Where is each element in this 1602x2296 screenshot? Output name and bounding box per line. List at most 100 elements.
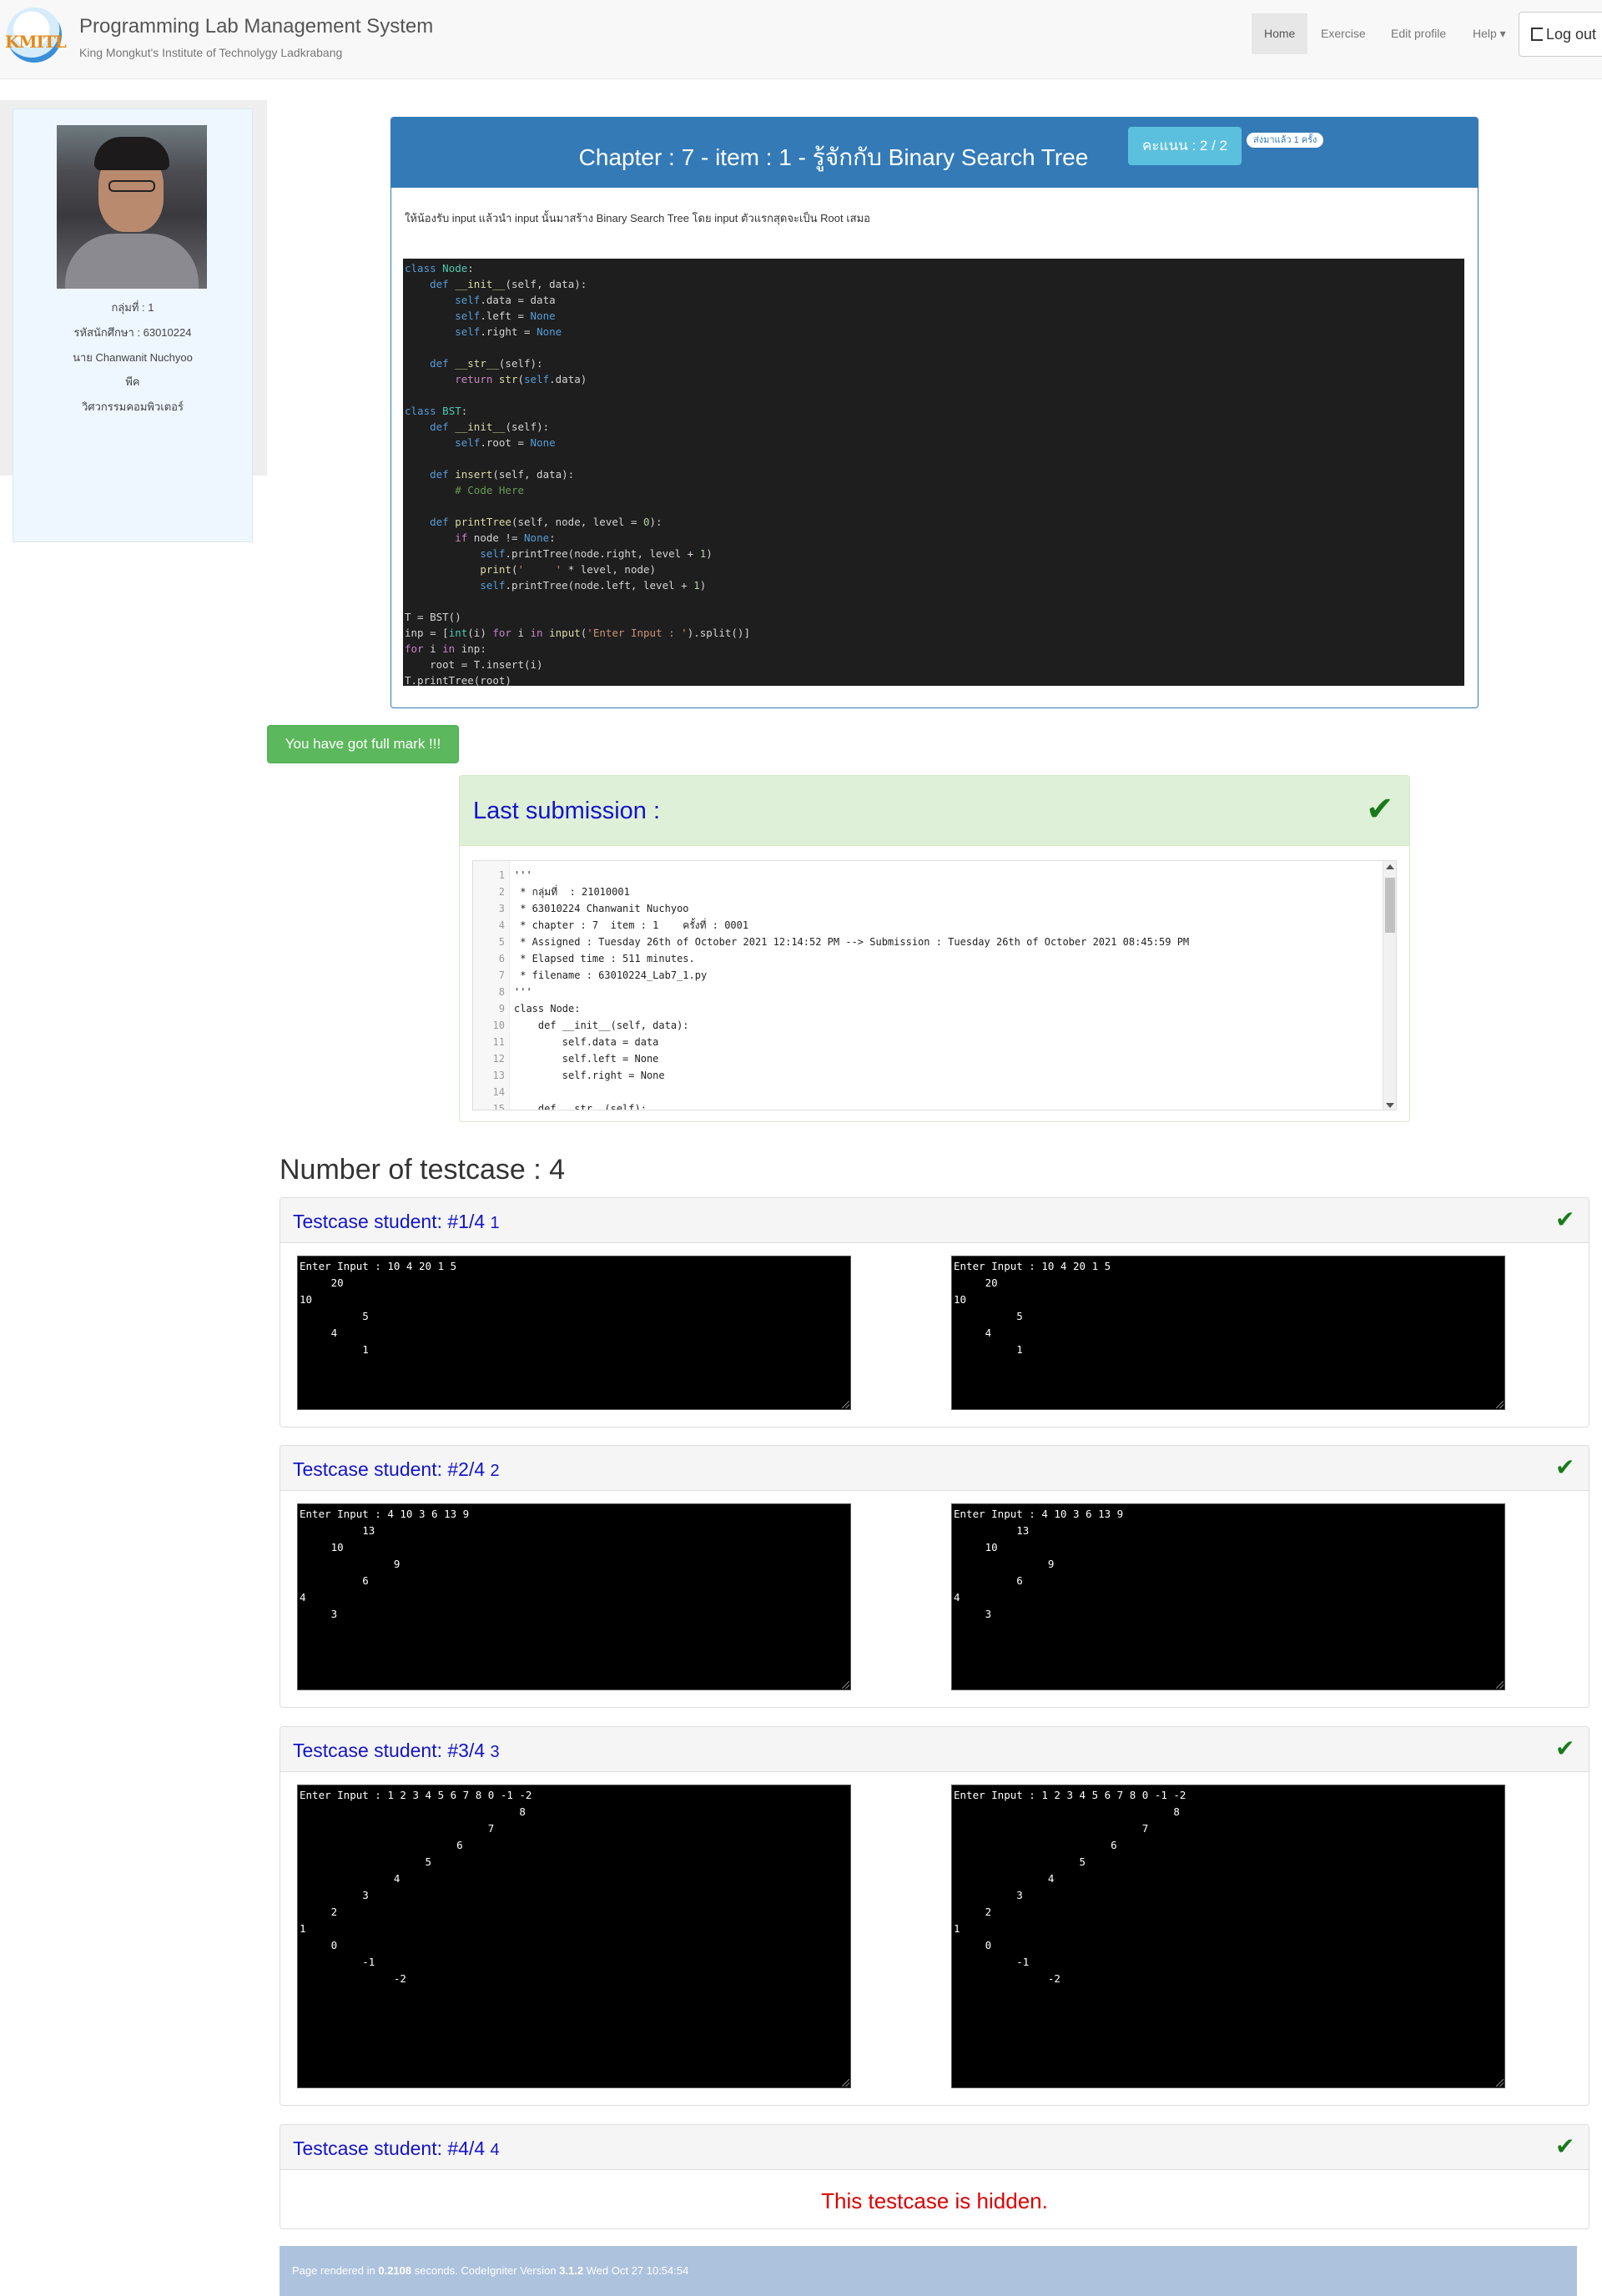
line-number: 15 (492, 1103, 505, 1110)
testcase-count: Number of testcase : 4 (280, 1154, 566, 1186)
code-line: 4 * chapter : 7 item : 1 ครั้งที่ : 0001 (473, 917, 1374, 934)
testcase-header[interactable]: Testcase student: #4/4 4 ✔ (280, 2125, 1589, 2170)
line-number: 14 (492, 1086, 505, 1098)
profile-department: วิศวกรรมคอมพิวเตอร์ (82, 400, 184, 413)
resize-handle-icon[interactable] (842, 1681, 849, 1689)
hidden-testcase-message: This testcase is hidden. (821, 2188, 1048, 2213)
nav-exercise[interactable]: Exercise (1308, 13, 1378, 54)
resize-handle-icon[interactable] (1496, 1401, 1504, 1408)
code-line: 6 * Elapsed time : 511 minutes. (473, 950, 1374, 967)
resize-handle-icon[interactable] (842, 2079, 849, 2087)
line-code: * Assigned : Tuesday 26th of October 202… (514, 936, 1190, 948)
check-icon: ✔ (1555, 1206, 1575, 1232)
scroll-up-icon[interactable] (1386, 864, 1394, 869)
resize-handle-icon[interactable] (1496, 1681, 1504, 1689)
line-code: self.data = data (514, 1036, 659, 1048)
line-number: 1 (498, 869, 505, 881)
exercise-description: ให้น้องรับ input แล้วนำ input นั้นมาสร้า… (405, 212, 870, 224)
testcase-title: Testcase student: #4/4 4 (293, 2137, 500, 2159)
student-output[interactable]: Enter Input : 10 4 20 1 5 20 10 5 4 1 (297, 1256, 851, 1410)
logout-label: Log out (1546, 26, 1597, 43)
exercise-panel: Chapter : 7 - item : 1 - รู้จักกับ Binar… (390, 117, 1479, 708)
line-number: 9 (498, 1003, 505, 1015)
code-line: 5 * Assigned : Tuesday 26th of October 2… (473, 934, 1374, 950)
code-line: 15 def __str__(self): (473, 1100, 1374, 1110)
line-number: 6 (498, 953, 505, 964)
scroll-thumb[interactable] (1385, 878, 1395, 933)
profile-group: กลุ่มที่ : 1 (111, 301, 154, 314)
line-number: 12 (492, 1053, 505, 1065)
line-code: self.right = None (514, 1070, 665, 1081)
line-number: 11 (492, 1036, 505, 1048)
editor-scrollbar[interactable] (1383, 861, 1396, 1110)
code-line: 10 def __init__(self, data): (473, 1017, 1374, 1034)
expected-output[interactable]: Enter Input : 10 4 20 1 5 20 10 5 4 1 (951, 1256, 1505, 1410)
testcase-panel-2: Testcase student: #2/4 2 ✔ Enter Input :… (280, 1445, 1589, 1708)
avatar (57, 125, 207, 289)
nav-home[interactable]: Home (1252, 13, 1308, 54)
line-code: def __init__(self, data): (514, 1020, 689, 1031)
student-output[interactable]: Enter Input : 1 2 3 4 5 6 7 8 0 -1 -2 8 … (297, 1785, 851, 2088)
code-line: 1 ''' (473, 867, 1374, 884)
line-code: ''' (514, 986, 532, 998)
submission-code-editor[interactable]: 1 ''' 2 * กลุ่มที่ : 21010001 3 * 63010224 … (472, 860, 1397, 1110)
testcase-title: Testcase student: #3/4 3 (293, 1740, 500, 1761)
code-line: 8 ''' (473, 984, 1374, 1000)
check-icon: ✔ (1555, 1454, 1575, 1480)
check-icon: ✔ (1555, 1735, 1575, 1761)
line-code: * Elapsed time : 511 minutes. (514, 953, 695, 964)
line-code: * กลุ่มที่ : 21010001 (514, 886, 630, 898)
logo-text: KMITL (5, 32, 67, 52)
score-badge: คะแนน : 2 / 2 (1128, 127, 1242, 165)
code-line: 2 * กลุ่มที่ : 21010001 (473, 884, 1374, 900)
student-output[interactable]: Enter Input : 4 10 3 6 13 9 13 10 9 6 4 … (297, 1503, 851, 1690)
line-number: 13 (492, 1070, 505, 1081)
line-number: 2 (498, 886, 505, 898)
full-mark-button[interactable]: You have got full mark !!! (267, 725, 459, 763)
line-code: * filename : 63010224_Lab7_1.py (514, 969, 708, 981)
nav-help-dropdown[interactable]: Help ▾ (1460, 13, 1519, 54)
code-line: 11 self.data = data (473, 1034, 1374, 1050)
testcase-panel-1: Testcase student: #1/4 1 ✔ Enter Input :… (280, 1197, 1589, 1427)
expected-output[interactable]: Enter Input : 4 10 3 6 13 9 13 10 9 6 4 … (951, 1503, 1505, 1690)
top-navbar: KMITL Programming Lab Management System … (0, 0, 1602, 79)
line-code: ''' (514, 869, 532, 881)
code-line: 3 * 63010224 Chanwanit Nuchyoo (473, 900, 1374, 917)
logout-button[interactable]: Log out (1519, 12, 1602, 57)
line-code: def __str__(self): (514, 1103, 647, 1110)
app-subtitle: King Mongkut's Institute of Technolygy L… (79, 46, 343, 59)
last-submission-header: Last submission : ✔ (460, 776, 1409, 846)
page-footer: Page rendered in 0.2108 seconds. CodeIgn… (280, 2246, 1577, 2296)
resize-handle-icon[interactable] (1496, 2079, 1504, 2087)
resize-handle-icon[interactable] (842, 1401, 849, 1408)
app-title[interactable]: Programming Lab Management System (79, 15, 433, 38)
testcase-panel-4: Testcase student: #4/4 4 ✔ This testcase… (280, 2124, 1589, 2229)
profile-student-id: รหัสนักศึกษา : 63010224 (73, 326, 192, 339)
code-line: 7 * filename : 63010224_Lab7_1.py (473, 967, 1374, 984)
exercise-code-block: class Node: def __init__(self, data): se… (403, 259, 1464, 686)
line-number: 7 (498, 969, 505, 981)
testcase-header[interactable]: Testcase student: #3/4 3 ✔ (280, 1727, 1589, 1772)
profile-nickname: พีค (125, 375, 140, 388)
line-number: 3 (498, 903, 505, 914)
code-line: 14 (473, 1084, 1374, 1100)
testcase-title: Testcase student: #1/4 1 (293, 1211, 500, 1232)
exercise-header: Chapter : 7 - item : 1 - รู้จักกับ Binar… (391, 118, 1478, 188)
profile-name: นาย Chanwanit Nuchyoo (73, 351, 193, 364)
last-submission-panel: Last submission : ✔ 1 ''' 2 * กลุ่มที่ : 2… (459, 775, 1410, 1122)
nav-edit-profile[interactable]: Edit profile (1378, 13, 1458, 54)
expected-output[interactable]: Enter Input : 1 2 3 4 5 6 7 8 0 -1 -2 8 … (951, 1785, 1505, 2088)
testcase-panel-3: Testcase student: #3/4 3 ✔ Enter Input :… (280, 1726, 1589, 2106)
scroll-down-icon[interactable] (1386, 1103, 1394, 1108)
testcase-title: Testcase student: #2/4 2 (293, 1458, 500, 1480)
line-code: class Node: (514, 1003, 581, 1015)
line-code: * 63010224 Chanwanit Nuchyoo (514, 903, 689, 914)
check-icon: ✔ (1555, 2133, 1575, 2159)
last-submission-title: Last submission : (473, 798, 661, 824)
testcase-header[interactable]: Testcase student: #1/4 1 ✔ (280, 1198, 1589, 1243)
testcase-header[interactable]: Testcase student: #2/4 2 ✔ (280, 1446, 1589, 1491)
logout-icon (1531, 28, 1543, 41)
line-code: self.left = None (514, 1053, 659, 1065)
code-line: 9 class Node: (473, 1000, 1374, 1017)
line-code: * chapter : 7 item : 1 ครั้งที่ : 0001 (514, 919, 749, 931)
